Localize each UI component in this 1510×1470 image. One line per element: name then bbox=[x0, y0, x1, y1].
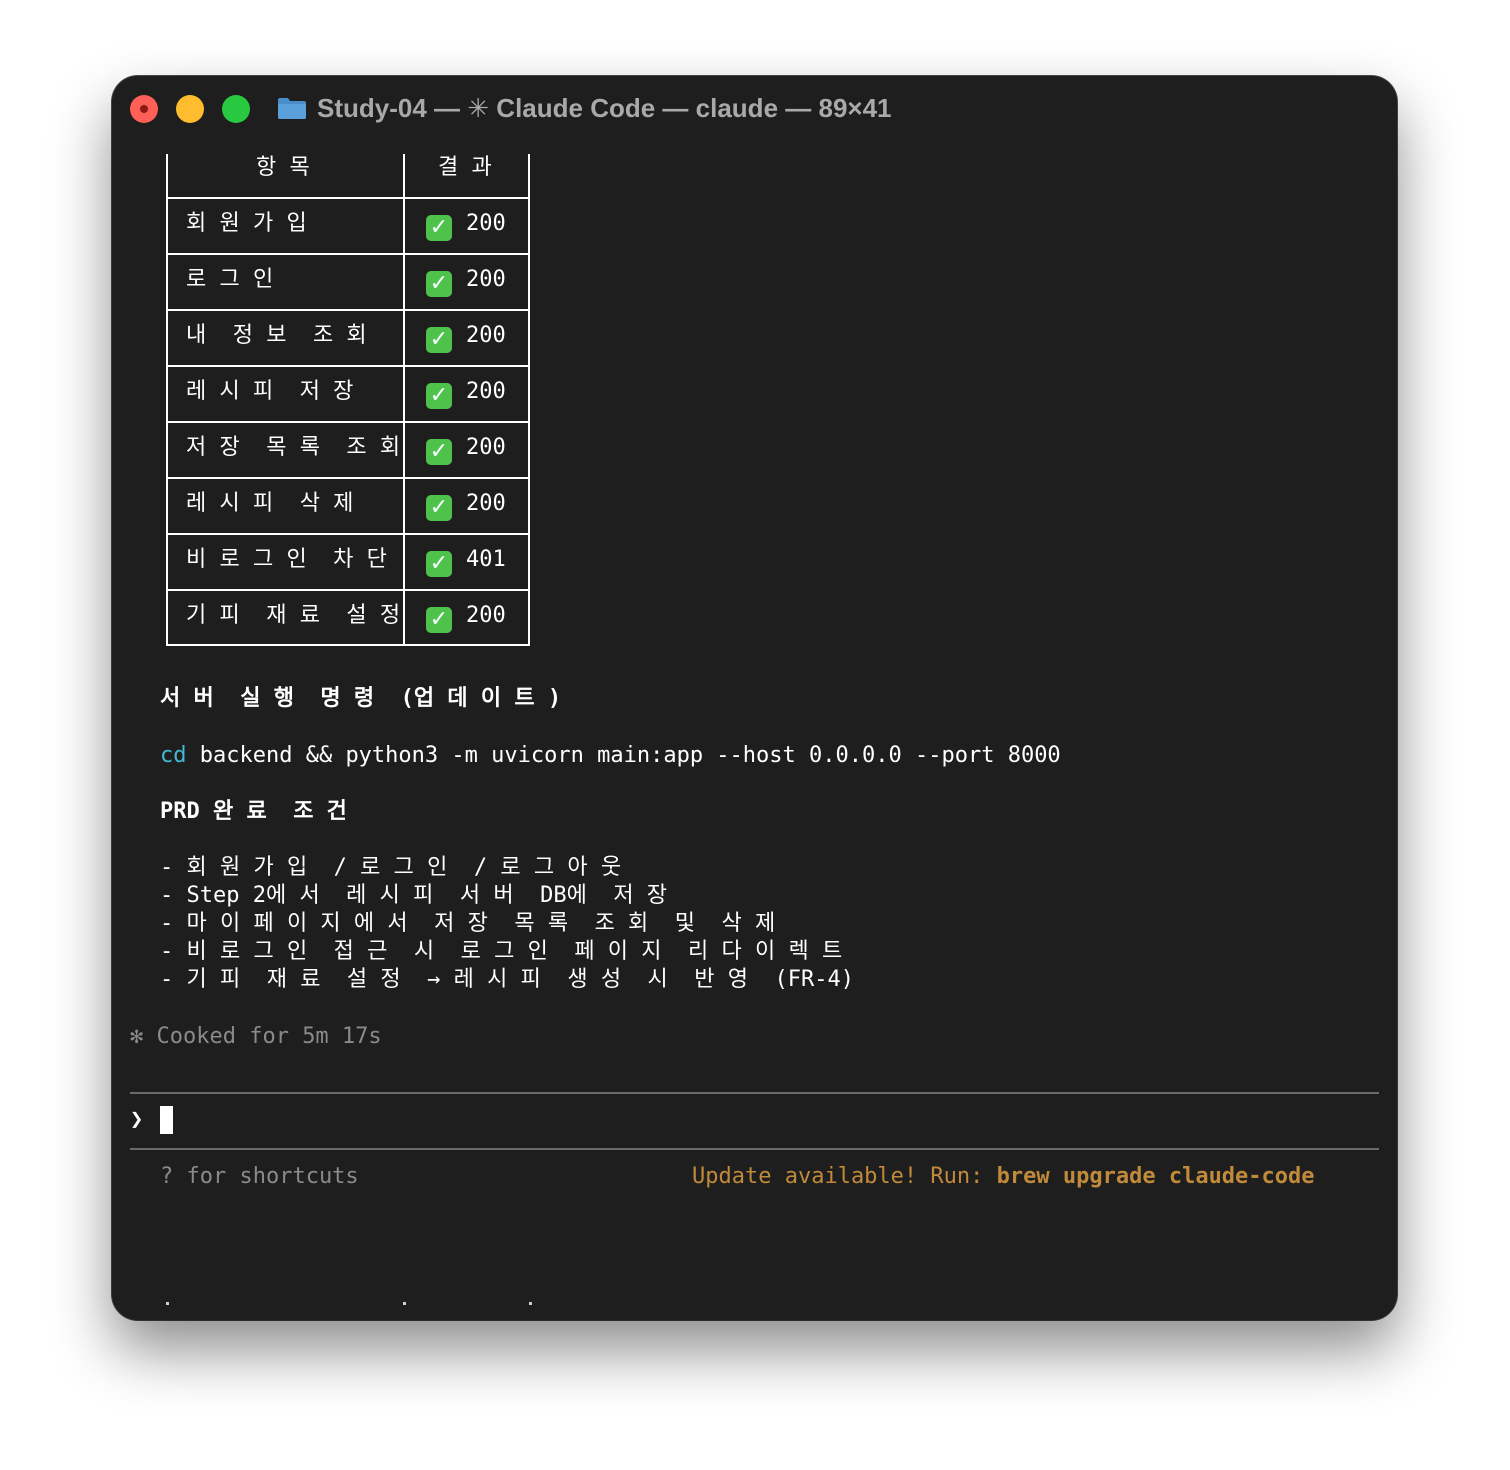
result-code: 200 bbox=[466, 323, 506, 348]
check-icon: ✓ bbox=[426, 271, 452, 297]
row-result: ✓ 200 bbox=[426, 210, 506, 241]
title-separator: — bbox=[426, 93, 468, 123]
window-title: Study-04 — ✳ Claude Code — claude — 89×4… bbox=[317, 90, 892, 126]
title-app: Claude Code bbox=[489, 93, 656, 123]
update-command: brew upgrade claude-code bbox=[996, 1164, 1315, 1189]
prompt-input[interactable] bbox=[160, 1106, 173, 1134]
server-command: cd backend && python3 -m uvicorn main:ap… bbox=[160, 742, 1061, 770]
check-icon: ✓ bbox=[426, 439, 452, 465]
list-item: - 비 로 그 인 접 근 시 로 그 인 페 이 지 리 다 이 렉 트 bbox=[160, 939, 843, 964]
result-code: 200 bbox=[466, 379, 506, 404]
result-code: 200 bbox=[466, 435, 506, 460]
server-heading: 서 버 실 행 명 령 (업 데 이 트 ) bbox=[160, 686, 562, 711]
divider bbox=[130, 1092, 1379, 1094]
check-icon: ✓ bbox=[426, 495, 452, 521]
update-notice: Update available! Run: brew upgrade clau… bbox=[692, 1163, 1315, 1191]
title-folder: Study-04 bbox=[317, 93, 427, 123]
title-bar: Study-04 — ✳ Claude Code — claude — 89×4… bbox=[112, 76, 1397, 138]
row-item: 기 피 재 료 설 정 bbox=[186, 603, 401, 628]
row-result: ✓ 200 bbox=[426, 266, 506, 297]
shortcuts-hint: ? for shortcuts bbox=[160, 1164, 359, 1189]
check-icon: ✓ bbox=[426, 607, 452, 633]
row-item: 레 시 피 저 장 bbox=[186, 379, 354, 404]
update-text: Update available! Run: bbox=[692, 1164, 997, 1189]
check-icon: ✓ bbox=[426, 327, 452, 353]
table-header-result: 결 과 bbox=[438, 155, 492, 180]
result-code: 200 bbox=[466, 603, 506, 628]
close-button[interactable] bbox=[130, 95, 158, 123]
spinner-icon: ✻ bbox=[130, 1024, 144, 1049]
row-item: 레 시 피 삭 제 bbox=[186, 491, 354, 516]
row-item: 회 원 가 입 bbox=[186, 211, 307, 236]
prd-heading: PRD 완 료 조 건 bbox=[160, 799, 347, 824]
command-keyword: cd bbox=[160, 743, 187, 768]
result-code: 200 bbox=[466, 267, 506, 292]
list-item: - 기 피 재 료 설 정 → 레 시 피 생 성 시 반 영 (FR-4) bbox=[160, 967, 854, 992]
folder-icon bbox=[278, 98, 306, 119]
cooked-text: Cooked for 5m 17s bbox=[143, 1024, 382, 1049]
list-item: - 회 원 가 입 / 로 그 인 / 로 그 아 웃 bbox=[160, 855, 622, 880]
row-result: ✓ 200 bbox=[426, 378, 506, 409]
table-edge-marker bbox=[529, 1302, 532, 1305]
row-item: 비 로 그 인 차 단 bbox=[186, 547, 387, 572]
results-table: 항 목 결 과 회 원 가 입 ✓ 200 로 그 인 ✓ 200 내 정 보 조 … bbox=[166, 154, 532, 646]
row-item: 내 정 보 조 회 bbox=[186, 323, 367, 348]
command-args: backend && python3 -m uvicorn main:app -… bbox=[186, 743, 1061, 768]
row-item: 로 그 인 bbox=[186, 267, 274, 292]
row-result: ✓ 200 bbox=[426, 434, 506, 465]
title-command: claude bbox=[695, 93, 779, 123]
row-item: 저 장 목 록 조 회 bbox=[186, 435, 401, 460]
spark-icon: ✳ bbox=[467, 93, 490, 123]
row-result: ✓ 200 bbox=[426, 322, 506, 353]
check-icon: ✓ bbox=[426, 551, 452, 577]
prompt-chevron-icon: ❯ bbox=[130, 1107, 144, 1132]
check-icon: ✓ bbox=[426, 215, 452, 241]
table-edge-marker bbox=[403, 1302, 406, 1305]
check-icon: ✓ bbox=[426, 383, 452, 409]
list-item: - Step 2에 서 레 시 피 서 버 DB에 저 장 bbox=[160, 883, 668, 908]
terminal-window: Study-04 — ✳ Claude Code — claude — 89×4… bbox=[112, 76, 1397, 1320]
zoom-button[interactable] bbox=[222, 95, 250, 123]
row-result: ✓ 200 bbox=[426, 490, 506, 521]
result-code: 200 bbox=[466, 211, 506, 236]
table-header-item: 항 목 bbox=[256, 155, 310, 180]
title-size: 89×41 bbox=[818, 93, 892, 123]
result-code: 200 bbox=[466, 491, 506, 516]
title-separator: — bbox=[778, 93, 819, 123]
title-separator: — bbox=[655, 93, 696, 123]
table-edge-marker bbox=[166, 1302, 169, 1305]
terminal-content: 항 목 결 과 회 원 가 입 ✓ 200 로 그 인 ✓ 200 내 정 보 조 … bbox=[112, 138, 1397, 1320]
result-code: 401 bbox=[466, 547, 506, 572]
row-result: ✓ 401 bbox=[426, 546, 506, 577]
minimize-button[interactable] bbox=[176, 95, 204, 123]
list-item: - 마 이 페 이 지 에 서 저 장 목 록 조 회 및 삭 제 bbox=[160, 911, 776, 936]
row-result: ✓ 200 bbox=[426, 602, 506, 633]
status-line: ✻ Cooked for 5m 17s bbox=[130, 1023, 382, 1051]
divider bbox=[130, 1148, 1379, 1150]
